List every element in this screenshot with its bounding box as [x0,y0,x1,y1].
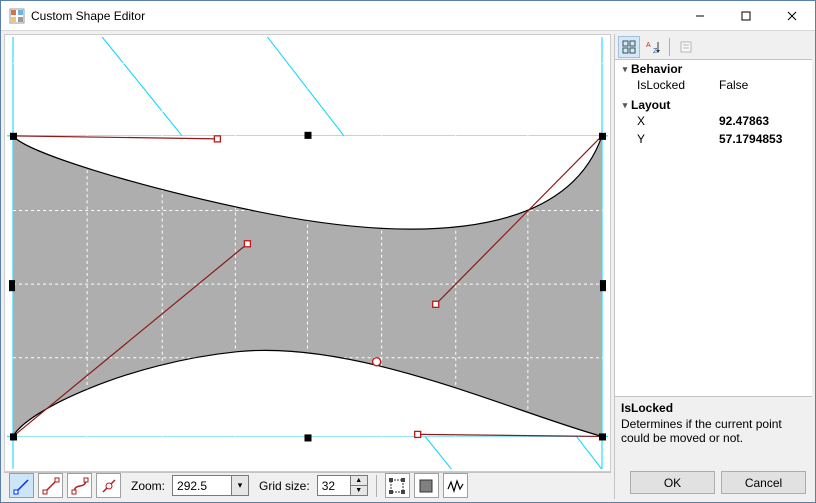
description-body: Determines if the current point could be… [621,417,806,445]
propertygrid-toolbar: AZ [615,34,812,60]
grid-size-down[interactable]: ▼ [351,485,368,496]
ok-button[interactable]: OK [630,471,715,494]
tool-line-segment[interactable] [38,473,63,498]
cancel-button[interactable]: Cancel [721,471,806,494]
category-layout[interactable]: ▾ Layout [615,96,812,114]
property-x[interactable]: X 92.47863 [615,114,812,132]
close-button[interactable] [769,1,815,30]
tool-snap[interactable] [443,473,468,498]
expander-icon[interactable]: ▾ [619,64,631,75]
grid-size-up[interactable]: ▲ [351,475,368,485]
expander-icon[interactable]: ▾ [619,100,631,111]
titlebar[interactable]: Custom Shape Editor [1,1,815,31]
property-y[interactable]: Y 57.1794853 [615,132,812,150]
zoom-input[interactable] [172,475,232,496]
shape-canvas[interactable] [4,34,611,472]
bottom-toolbar: Zoom: ▾ Grid size: ▲ ▼ [4,472,611,499]
property-islocked[interactable]: IsLocked False [615,78,812,96]
app-icon [9,8,25,24]
tool-bounds[interactable] [385,473,410,498]
svg-text:A: A [646,42,651,49]
minimize-button[interactable] [677,1,723,30]
description-title: IsLocked [621,401,806,415]
zoom-dropdown-button[interactable]: ▾ [232,475,249,496]
property-description: IsLocked Determines if the current point… [615,396,812,466]
window-title: Custom Shape Editor [31,9,677,23]
tool-line[interactable] [9,473,34,498]
property-grid-body[interactable]: ▾ Behavior IsLocked False ▾ Layout X 92.… [615,60,812,396]
category-behavior[interactable]: ▾ Behavior [615,60,812,78]
alphabetical-view-button[interactable]: AZ [642,36,664,58]
grid-size-label: Grid size: [259,479,310,493]
maximize-button[interactable] [723,1,769,30]
window: Custom Shape Editor [0,0,816,503]
property-grid: AZ ▾ Behavior IsLocked False ▾ [614,34,812,499]
tool-anchor[interactable] [96,473,121,498]
toolbar-separator [376,475,377,497]
grid-size-input[interactable] [317,475,351,496]
categorized-view-button[interactable] [618,36,640,58]
tool-bezier[interactable] [67,473,92,498]
zoom-label: Zoom: [131,479,165,493]
tool-fill[interactable] [414,473,439,498]
property-pages-button[interactable] [675,36,697,58]
dialog-buttons: OK Cancel [615,466,812,499]
